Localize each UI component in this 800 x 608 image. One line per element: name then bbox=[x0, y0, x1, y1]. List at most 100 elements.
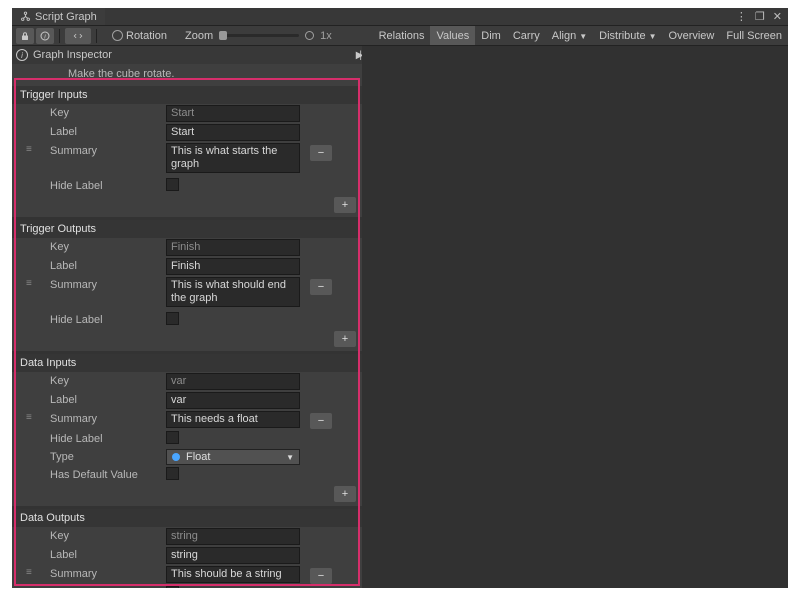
checkbox[interactable] bbox=[166, 178, 179, 191]
key-input bbox=[166, 239, 300, 256]
type-dropdown[interactable]: Float ▼ bbox=[166, 449, 300, 465]
inspector-header[interactable]: i Graph Inspector ▶| bbox=[12, 46, 362, 64]
restore-icon[interactable]: ❐ bbox=[755, 10, 765, 23]
field-value bbox=[166, 105, 300, 122]
checkbox[interactable] bbox=[166, 586, 179, 588]
field-label: Hide Label bbox=[26, 312, 166, 326]
summary-input[interactable] bbox=[166, 566, 300, 583]
field-label: Summary bbox=[26, 143, 166, 157]
type-name: Float bbox=[186, 451, 210, 463]
summary-input[interactable] bbox=[166, 277, 300, 307]
toolbar-tab-carry[interactable]: Carry bbox=[507, 26, 546, 45]
graph-summary-tail: Make the cube rotate. bbox=[12, 64, 362, 86]
field-row: ≡Summary − bbox=[12, 565, 362, 585]
field-row: Hide Label bbox=[12, 430, 362, 448]
field-label: Summary bbox=[26, 566, 166, 580]
add-button[interactable]: + bbox=[334, 331, 356, 347]
field-label: Key bbox=[26, 528, 166, 542]
drag-handle-icon[interactable]: ≡ bbox=[26, 568, 36, 578]
remove-button[interactable]: − bbox=[310, 568, 332, 584]
field-row: Label bbox=[12, 257, 362, 276]
info-icon: i bbox=[16, 49, 28, 61]
field-row: Key bbox=[12, 104, 362, 123]
toolbar-tab-values[interactable]: Values bbox=[430, 26, 475, 45]
add-button[interactable]: + bbox=[334, 197, 356, 213]
inspector-title: Graph Inspector bbox=[33, 49, 112, 61]
close-icon[interactable]: ✕ bbox=[773, 10, 782, 23]
toolbar: i Rotation Zoom 1x RelationsValuesDimCar… bbox=[12, 26, 788, 46]
text-input[interactable] bbox=[166, 392, 300, 409]
field-label: Has Default Value bbox=[26, 467, 166, 481]
field-row: ≡Summary − bbox=[12, 410, 362, 430]
toolbar-tab-full-screen[interactable]: Full Screen bbox=[720, 26, 788, 45]
rotation-control[interactable]: Rotation bbox=[112, 30, 167, 42]
section-data-inputs: Data InputsKeyLabel≡Summary−Hide LabelTy… bbox=[12, 354, 362, 509]
field-value bbox=[166, 277, 300, 310]
section-data-outputs: Data OutputsKeyLabel≡Summary−Hide LabelT… bbox=[12, 509, 362, 588]
field-row: Hide Label bbox=[12, 311, 362, 329]
field-label: Label bbox=[26, 547, 166, 561]
field-row: ≡Summary − bbox=[12, 142, 362, 177]
field-value bbox=[166, 143, 300, 176]
key-input bbox=[166, 373, 300, 390]
field-value bbox=[166, 431, 300, 447]
drag-handle-icon[interactable]: ≡ bbox=[26, 279, 36, 289]
drag-handle-icon[interactable]: ≡ bbox=[26, 145, 36, 155]
window-tab[interactable]: Script Graph bbox=[12, 8, 105, 25]
text-input[interactable] bbox=[166, 547, 300, 564]
field-label: Label bbox=[26, 258, 166, 272]
section-header[interactable]: Data Inputs bbox=[12, 354, 362, 372]
text-input[interactable] bbox=[166, 124, 300, 141]
summary-input[interactable] bbox=[166, 411, 300, 428]
rotation-label: Rotation bbox=[126, 30, 167, 42]
menu-icon[interactable]: ⋮ bbox=[736, 10, 747, 23]
field-label: Label bbox=[26, 124, 166, 138]
field-label: Hide Label bbox=[26, 178, 166, 192]
lock-button[interactable] bbox=[16, 28, 34, 44]
add-button[interactable]: + bbox=[334, 486, 356, 502]
checkbox[interactable] bbox=[166, 467, 179, 480]
toolbar-tab-align[interactable]: Align▼ bbox=[546, 26, 593, 45]
zoom-reset-icon[interactable] bbox=[305, 31, 314, 40]
toolbar-tab-distribute[interactable]: Distribute▼ bbox=[593, 26, 662, 45]
field-row: Has Default Value bbox=[12, 466, 362, 484]
field-label: Key bbox=[26, 105, 166, 119]
graph-canvas[interactable] bbox=[362, 46, 788, 588]
window-controls: ⋮ ❐ ✕ bbox=[736, 10, 788, 23]
field-row: Hide Label bbox=[12, 177, 362, 195]
collapse-icon[interactable]: ▶| bbox=[356, 50, 358, 61]
field-row: Key bbox=[12, 238, 362, 257]
drag-handle-icon[interactable]: ≡ bbox=[26, 413, 36, 423]
section-header[interactable]: Trigger Outputs bbox=[12, 220, 362, 238]
field-row: Key bbox=[12, 372, 362, 391]
field-row: TypeFloat▼ bbox=[12, 448, 362, 466]
section-header[interactable]: Trigger Inputs bbox=[12, 86, 362, 104]
checkbox[interactable] bbox=[166, 431, 179, 444]
field-label: Summary bbox=[26, 277, 166, 291]
field-value bbox=[166, 124, 300, 141]
field-row: Key bbox=[12, 527, 362, 546]
field-label: Hide Label bbox=[26, 431, 166, 445]
section-header[interactable]: Data Outputs bbox=[12, 509, 362, 527]
text-input[interactable] bbox=[166, 258, 300, 275]
remove-button[interactable]: − bbox=[310, 145, 332, 161]
field-value bbox=[166, 467, 300, 483]
rotation-icon bbox=[112, 30, 123, 41]
toolbar-tab-dim[interactable]: Dim bbox=[475, 26, 507, 45]
field-value bbox=[166, 566, 300, 583]
field-value bbox=[166, 528, 300, 545]
toolbar-tab-overview[interactable]: Overview bbox=[663, 26, 721, 45]
zoom-label: Zoom bbox=[185, 30, 213, 42]
field-value bbox=[166, 392, 300, 409]
zoom-slider[interactable] bbox=[219, 34, 299, 37]
chevron-down-icon: ▼ bbox=[286, 453, 294, 462]
field-label: Label bbox=[26, 392, 166, 406]
code-button[interactable] bbox=[65, 28, 91, 44]
info-button[interactable]: i bbox=[36, 28, 54, 44]
remove-button[interactable]: − bbox=[310, 279, 332, 295]
toolbar-tab-relations[interactable]: Relations bbox=[373, 26, 431, 45]
checkbox[interactable] bbox=[166, 312, 179, 325]
summary-input[interactable] bbox=[166, 143, 300, 173]
remove-button[interactable]: − bbox=[310, 413, 332, 429]
field-label: Summary bbox=[26, 411, 166, 425]
